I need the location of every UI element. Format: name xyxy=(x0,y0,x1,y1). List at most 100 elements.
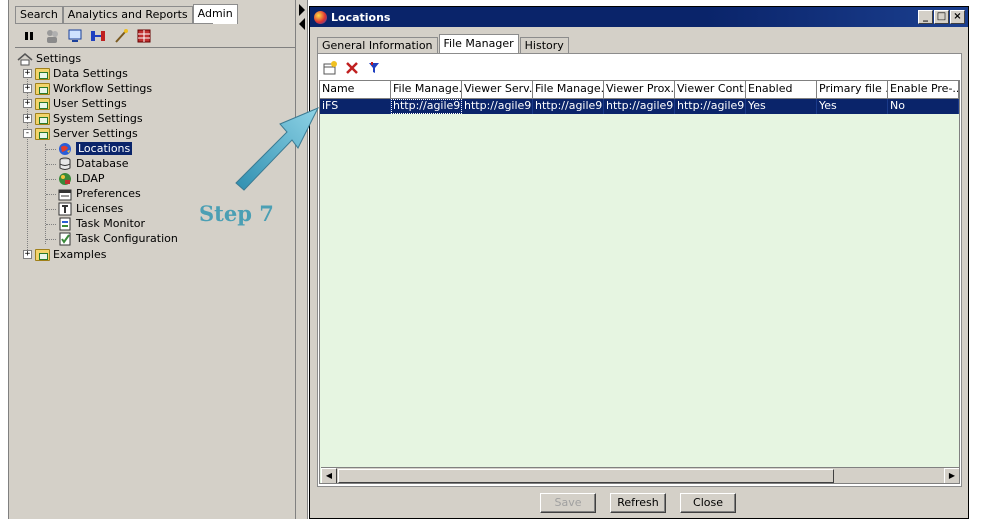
relationship-icon[interactable] xyxy=(90,28,106,44)
expand-icon[interactable]: + xyxy=(23,84,32,93)
delete-icon[interactable] xyxy=(344,60,360,76)
tab-history[interactable]: History xyxy=(519,37,569,54)
expand-icon[interactable]: + xyxy=(23,99,32,108)
table-row[interactable]: iFS http://agile9... http://agile9... ht… xyxy=(320,99,959,114)
pause-icon[interactable] xyxy=(21,28,37,44)
close-button[interactable]: Close xyxy=(680,493,736,513)
grid-header: Name File Manage... Viewer Serv... File … xyxy=(320,81,959,99)
grid-icon[interactable] xyxy=(136,28,152,44)
add-row-icon[interactable] xyxy=(322,60,338,76)
table-cell[interactable]: Yes xyxy=(817,99,888,114)
window-title: Locations xyxy=(331,10,391,24)
table-cell[interactable]: http://agile9... xyxy=(604,99,675,114)
tree-label: Settings xyxy=(36,52,82,65)
tree-root-settings[interactable]: Settings xyxy=(17,51,81,66)
column-header[interactable]: Enabled xyxy=(746,81,817,99)
table-cell[interactable]: http://agile9... xyxy=(675,99,746,114)
scroll-right-icon[interactable]: ▶ xyxy=(944,468,959,483)
window-titlebar[interactable]: Locations _ □ × xyxy=(310,7,968,27)
file-manager-panel: Name File Manage... Viewer Serv... File … xyxy=(317,53,962,487)
home-icon xyxy=(17,52,33,66)
close-window-button[interactable]: × xyxy=(950,10,965,24)
tree-label: Task Monitor xyxy=(76,217,146,230)
ldap-icon xyxy=(57,172,73,186)
filter-icon[interactable] xyxy=(366,60,382,76)
tree-item-database[interactable]: Database xyxy=(57,156,129,171)
table-cell[interactable]: http://agile9... xyxy=(462,99,533,114)
tree-item-licenses[interactable]: Licenses xyxy=(57,201,123,216)
splitter-arrows-icon[interactable] xyxy=(297,2,307,32)
column-header[interactable]: File Manage... xyxy=(391,81,462,99)
tree-label: User Settings xyxy=(53,97,127,110)
locations-window: Locations _ □ × General Information File… xyxy=(309,6,969,519)
window-footer: Save Refresh Close xyxy=(310,485,968,519)
table-cell[interactable]: http://agile9... xyxy=(391,99,462,114)
horizontal-scrollbar[interactable]: ◀ ▶ xyxy=(321,467,959,483)
tree-label: Task Configuration xyxy=(76,232,178,245)
table-cell[interactable]: http://agile9... xyxy=(533,99,604,114)
tab-analytics-and-reports[interactable]: Analytics and Reports xyxy=(62,6,193,24)
task-config-icon xyxy=(57,232,73,246)
preferences-icon xyxy=(57,187,73,201)
top-tabs: Search Analytics and Reports Admin xyxy=(15,4,238,24)
column-header[interactable]: Enable Pre-... xyxy=(888,81,959,99)
monitor-icon[interactable] xyxy=(67,28,83,44)
scroll-thumb[interactable] xyxy=(338,469,834,483)
tree-label: LDAP xyxy=(76,172,105,185)
tree-label: Locations xyxy=(76,142,133,155)
collapse-icon[interactable]: - xyxy=(23,129,32,138)
column-header[interactable]: Primary file ... xyxy=(817,81,888,99)
refresh-button[interactable]: Refresh xyxy=(610,493,666,513)
task-monitor-icon xyxy=(57,217,73,231)
save-button[interactable]: Save xyxy=(540,493,596,513)
pane-splitter[interactable] xyxy=(296,0,308,519)
tree-label: Preferences xyxy=(76,187,141,200)
tree-item-server-settings[interactable]: - Server Settings xyxy=(23,126,138,141)
column-header[interactable]: Viewer Serv... xyxy=(462,81,533,99)
wand-icon[interactable] xyxy=(113,28,129,44)
tree-label: Workflow Settings xyxy=(53,82,153,95)
table-cell[interactable]: Yes xyxy=(746,99,817,114)
tab-admin[interactable]: Admin xyxy=(192,4,238,24)
column-header[interactable]: Viewer Prox... xyxy=(604,81,675,99)
tree-item-task-monitor[interactable]: Task Monitor xyxy=(57,216,145,231)
license-icon xyxy=(57,202,73,216)
tab-general-information[interactable]: General Information xyxy=(317,37,438,54)
locations-grid: Name File Manage... Viewer Serv... File … xyxy=(319,80,960,484)
settings-tree: Settings + Data Settings + Workflow Sett… xyxy=(15,47,295,519)
tree-item-locations[interactable]: Locations xyxy=(57,141,133,156)
grid-toolbar xyxy=(322,58,382,78)
column-header[interactable]: File Manage... xyxy=(533,81,604,99)
expand-icon[interactable]: + xyxy=(23,69,32,78)
globe-icon xyxy=(314,10,327,24)
tree-item-preferences[interactable]: Preferences xyxy=(57,186,141,201)
tree-item-user-settings[interactable]: + User Settings xyxy=(23,96,127,111)
expand-icon[interactable]: + xyxy=(23,114,32,123)
tab-search[interactable]: Search xyxy=(15,6,63,24)
tree-item-ldap[interactable]: LDAP xyxy=(57,171,105,186)
tab-file-manager[interactable]: File Manager xyxy=(438,34,519,54)
tree-item-examples[interactable]: + Examples xyxy=(23,247,106,262)
admin-toolbar xyxy=(21,27,152,45)
expand-icon[interactable]: + xyxy=(23,250,32,259)
folder-icon xyxy=(35,248,50,261)
users-icon[interactable] xyxy=(44,28,60,44)
folder-icon xyxy=(35,67,50,80)
tree-item-workflow-settings[interactable]: + Workflow Settings xyxy=(23,81,152,96)
tree-label: System Settings xyxy=(53,112,143,125)
tree-item-task-configuration[interactable]: Task Configuration xyxy=(57,231,178,246)
maximize-button[interactable]: □ xyxy=(934,10,949,24)
column-header[interactable]: Name xyxy=(320,81,391,99)
table-cell[interactable]: No xyxy=(888,99,959,114)
tree-label: Database xyxy=(76,157,129,170)
tree-item-system-settings[interactable]: + System Settings xyxy=(23,111,143,126)
tree-label: Examples xyxy=(53,248,107,261)
column-header[interactable]: Viewer Cont... xyxy=(675,81,746,99)
minimize-button[interactable]: _ xyxy=(918,10,933,24)
scroll-left-icon[interactable]: ◀ xyxy=(321,468,337,483)
tree-item-data-settings[interactable]: + Data Settings xyxy=(23,66,128,81)
tree-label: Data Settings xyxy=(53,67,128,80)
table-cell[interactable]: iFS xyxy=(320,99,391,114)
folder-icon xyxy=(35,97,50,110)
tree-label: Licenses xyxy=(76,202,124,215)
